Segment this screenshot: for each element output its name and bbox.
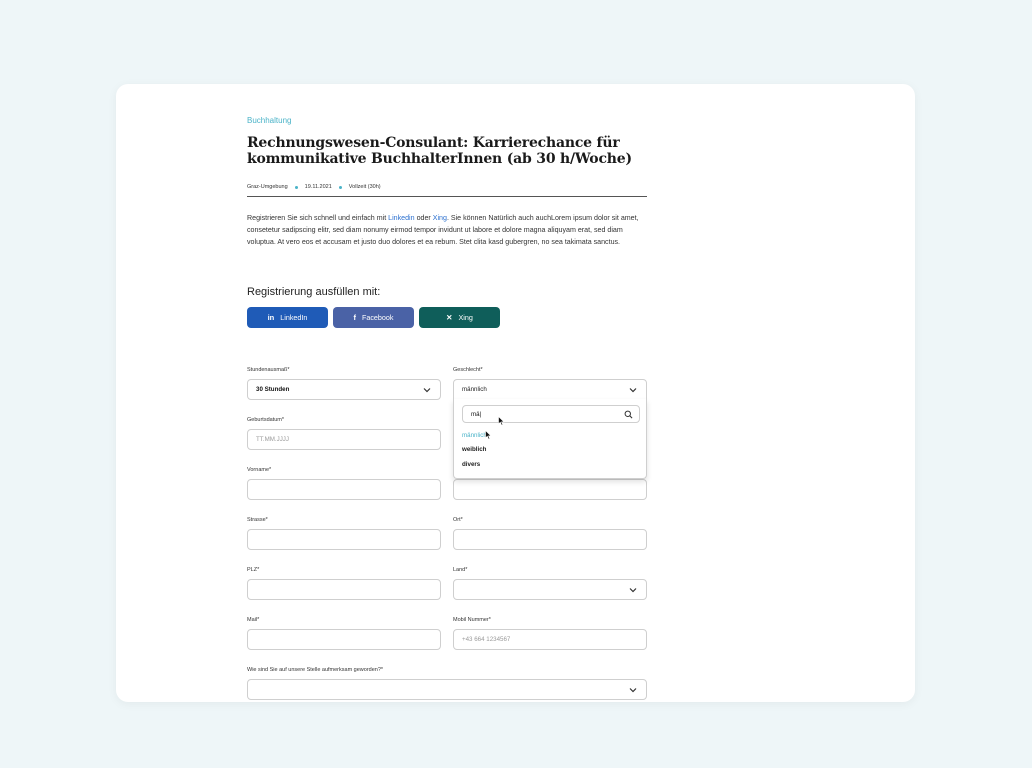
gender-label: Geschlecht*	[453, 367, 483, 373]
social-buttons: in LinkedIn f Facebook ✕ Xing	[247, 307, 500, 328]
meta-separator-dot	[294, 185, 298, 189]
facebook-button[interactable]: f Facebook	[333, 307, 414, 328]
city-label: Ort*	[453, 517, 463, 523]
country-select[interactable]	[453, 579, 647, 600]
job-intro: Registrieren Sie sich schnell und einfac…	[247, 212, 647, 248]
gender-select-value: männlich	[462, 386, 487, 393]
gender-option-divers[interactable]: divers	[462, 461, 480, 468]
hours-select[interactable]: 30 Stunden	[247, 379, 441, 400]
chevron-down-icon	[629, 388, 637, 393]
chevron-down-icon	[629, 588, 637, 593]
street-label: Strasse*	[247, 517, 268, 523]
meta-separator-dot	[338, 185, 342, 189]
mail-label: Mail*	[247, 617, 260, 623]
registration-heading: Registrierung ausfüllen mit:	[247, 286, 381, 298]
city-input[interactable]	[453, 529, 647, 550]
firstname-input[interactable]	[247, 479, 441, 500]
job-category[interactable]: Buchhaltung	[247, 116, 291, 125]
search-icon[interactable]	[624, 410, 633, 419]
xing-button[interactable]: ✕ Xing	[419, 307, 500, 328]
job-detail-card: Buchhaltung Rechnungswesen-Consulant: Ka…	[116, 84, 915, 702]
intro-text: oder	[414, 214, 433, 222]
job-location: Graz-Umgebung	[247, 184, 288, 190]
gender-search-value: mä|	[471, 410, 482, 418]
mobile-input[interactable]: +43 664 1234567	[453, 629, 647, 650]
source-label: Wie sind Sie auf unsere Stelle aufmerksa…	[247, 667, 384, 673]
gender-search-input[interactable]: mä|	[462, 405, 640, 423]
xing-button-label: Xing	[458, 313, 473, 322]
gender-select[interactable]: männlich	[453, 379, 647, 400]
job-date: 19.11.2021	[304, 184, 332, 190]
gender-dropdown: mä| männlich weiblich divers	[453, 399, 647, 479]
lastname-input[interactable]	[453, 479, 647, 500]
mouse-cursor-icon	[485, 430, 492, 440]
mouse-cursor-icon	[498, 416, 505, 426]
hours-select-value: 30 Stunden	[256, 386, 290, 393]
linkedin-button[interactable]: in LinkedIn	[247, 307, 328, 328]
country-label: Land*	[453, 567, 468, 573]
birthdate-label: Geburtsdatum*	[247, 417, 284, 423]
linkedin-button-label: LinkedIn	[280, 313, 308, 322]
zip-input[interactable]	[247, 579, 441, 600]
street-input[interactable]	[247, 529, 441, 550]
zip-label: PLZ*	[247, 567, 260, 573]
mail-input[interactable]	[247, 629, 441, 650]
chevron-down-icon	[629, 688, 637, 693]
gender-option-weiblich[interactable]: weiblich	[462, 446, 486, 453]
xing-link[interactable]: Xing	[433, 214, 447, 222]
source-select[interactable]	[247, 679, 647, 700]
facebook-icon: f	[353, 313, 356, 322]
mobile-label: Mobil Nummer*	[453, 617, 491, 623]
intro-text: Registrieren Sie sich schnell und einfac…	[247, 214, 389, 222]
job-title: Rechnungswesen-Consulant: Karrierechance…	[247, 135, 632, 167]
birthdate-input[interactable]: TT.MM.JJJJ	[247, 429, 441, 450]
hours-label: Stundenausmaß*	[247, 367, 290, 373]
chevron-down-icon	[423, 388, 431, 393]
firstname-label: Vorname*	[247, 467, 272, 473]
linkedin-icon: in	[267, 313, 275, 322]
divider	[247, 196, 647, 197]
linkedin-link[interactable]: Linkedin	[388, 214, 414, 222]
job-meta: Graz-Umgebung 19.11.2021 Vollzeit (30h)	[247, 184, 381, 190]
gender-option-maennlich[interactable]: männlich	[462, 432, 487, 439]
xing-icon: ✕	[446, 313, 453, 322]
job-type: Vollzeit (30h)	[348, 184, 381, 190]
facebook-button-label: Facebook	[361, 313, 394, 322]
